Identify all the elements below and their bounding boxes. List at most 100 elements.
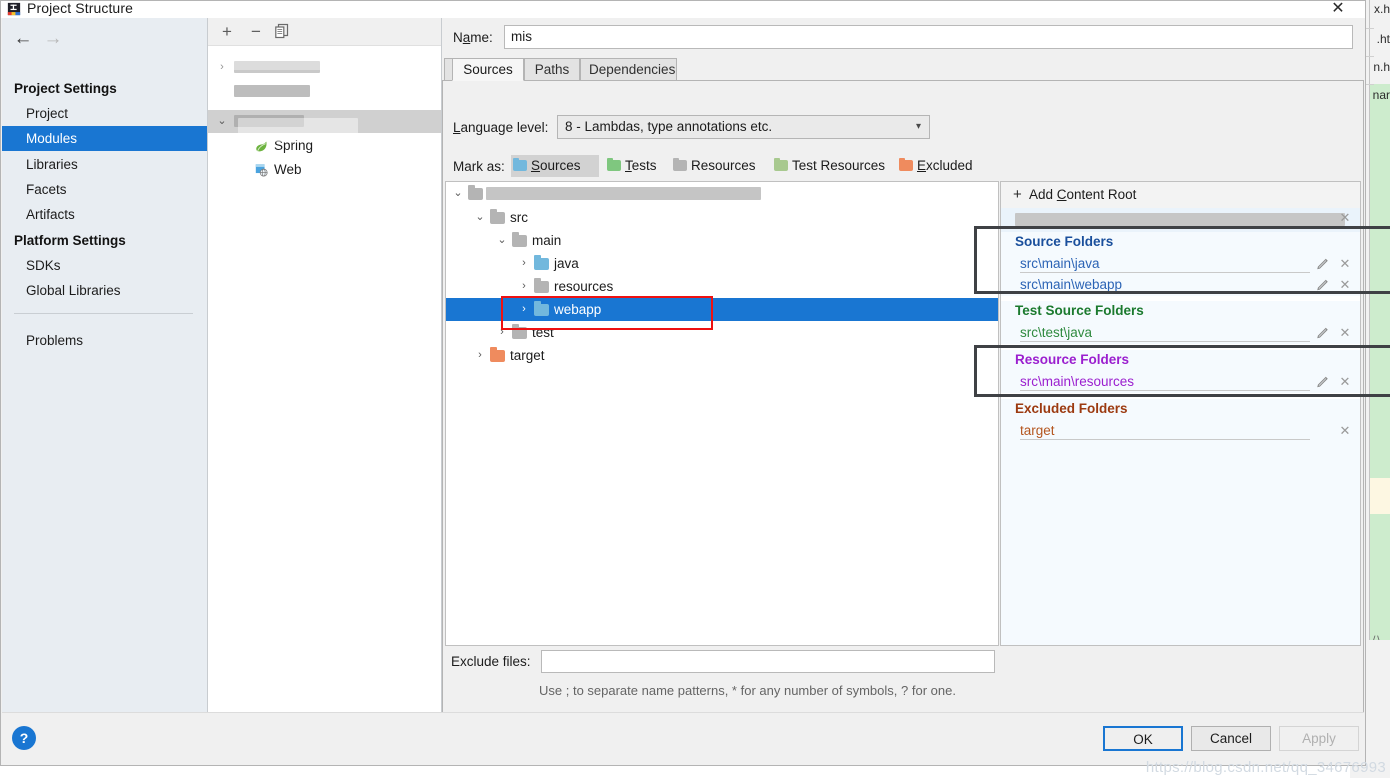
group-header-resource-folders: Resource Folders	[1001, 350, 1360, 372]
close-x-icon[interactable]: ✕	[1338, 256, 1352, 272]
close-x-icon[interactable]: ✕	[1338, 423, 1352, 439]
pencil-icon[interactable]	[1316, 278, 1330, 292]
pencil-icon[interactable]	[1316, 257, 1330, 271]
file-tree-row-java[interactable]: › java	[446, 252, 998, 275]
sidebar-item-project[interactable]: Project	[2, 101, 207, 126]
tab-dependencies[interactable]: Dependencies	[580, 58, 677, 81]
pencil-icon[interactable]	[1316, 375, 1330, 389]
chevron-down-icon[interactable]: ▾	[916, 116, 921, 138]
file-tree-row-webapp[interactable]: › webapp	[446, 298, 998, 321]
add-module-icon[interactable]: +	[216, 21, 238, 42]
background-text-fragment: x.h	[1374, 2, 1390, 16]
tab-sources[interactable]: Sources	[452, 58, 524, 81]
sources-tab-panel: Language level: 8 - Lambdas, type annota…	[442, 81, 1364, 713]
dialog-title: Project Structure	[27, 0, 133, 16]
module-toolbar: + −	[208, 18, 441, 46]
sidebar-group-project-settings: Project Settings	[2, 81, 207, 96]
chevron-down-icon[interactable]: ⌄	[214, 110, 230, 133]
file-tree-row-test[interactable]: › test	[446, 321, 998, 344]
tab-left-stub	[444, 58, 452, 81]
mark-as-sources-button[interactable]: Sources	[511, 155, 599, 177]
web-module-icon	[254, 163, 269, 177]
chevron-down-icon[interactable]: ⌄	[472, 206, 488, 229]
sidebar-item-problems[interactable]: Problems	[2, 328, 207, 353]
nav-history-buttons: ← →	[8, 26, 88, 52]
cancel-button[interactable]: Cancel	[1191, 726, 1271, 751]
exclude-files-label: Exclude files:	[451, 654, 531, 669]
mark-as-excluded-mnemonic: E	[917, 158, 926, 173]
file-tree-row-resources[interactable]: › resources	[446, 275, 998, 298]
intellij-idea-icon	[7, 2, 21, 16]
folder-row-src-test-java[interactable]: src\test\java ✕	[1001, 323, 1360, 344]
sidebar-item-global-libraries[interactable]: Global Libraries	[2, 278, 207, 303]
exclude-files-hint: Use ; to separate name patterns, * for a…	[539, 683, 956, 698]
chevron-right-icon[interactable]: ›	[516, 252, 532, 275]
folder-path-underline	[1020, 439, 1310, 440]
close-x-icon[interactable]: ✕	[1338, 325, 1352, 341]
sidebar-item-sdks[interactable]: SDKs	[2, 253, 207, 278]
file-tree-row-target[interactable]: › target	[446, 344, 998, 367]
module-tree-row[interactable]	[208, 80, 441, 103]
close-x-icon[interactable]: ✕	[1338, 374, 1352, 390]
help-icon[interactable]: ?	[12, 726, 36, 750]
sidebar-divider	[14, 313, 193, 314]
close-x-icon[interactable]: ✕	[1338, 210, 1352, 226]
editor-tabbar: Sources Paths Dependencies	[442, 58, 1364, 81]
folder-row-target[interactable]: target ✕	[1001, 421, 1360, 442]
plus-icon: +	[1013, 186, 1022, 204]
content-root-row[interactable]: ✕	[1001, 208, 1360, 232]
close-x-icon[interactable]: ✕	[1338, 277, 1352, 293]
file-tree-row-src[interactable]: ⌄ src	[446, 206, 998, 229]
module-tree-row-web[interactable]: Web	[208, 158, 441, 181]
background-text-fragment: nar	[1373, 88, 1390, 102]
mark-as-tests-label: ests	[632, 158, 657, 173]
exclude-files-input[interactable]	[541, 650, 995, 673]
folder-path: src\test\java	[1020, 325, 1092, 340]
folder-sources-icon	[534, 304, 549, 316]
dialog-titlebar: Project Structure ✕	[1, 1, 1365, 18]
copy-module-icon[interactable]	[274, 23, 290, 39]
pencil-icon[interactable]	[1316, 326, 1330, 340]
folder-sources-icon	[513, 160, 527, 171]
back-arrow-icon[interactable]: ←	[8, 26, 38, 52]
chevron-right-icon[interactable]: ›	[516, 275, 532, 298]
remove-module-icon[interactable]: −	[245, 21, 267, 42]
watermark: https://blog.csdn.net/qq_34676993	[1146, 759, 1386, 776]
sidebar-item-modules[interactable]: Modules	[2, 126, 207, 151]
file-tree-row-main[interactable]: ⌄ main	[446, 229, 998, 252]
folder-row-src-main-resources[interactable]: src\main\resources ✕	[1001, 372, 1360, 393]
mark-as-label: Mark as:	[453, 159, 505, 174]
ok-button[interactable]: OK	[1103, 726, 1183, 751]
chevron-down-icon[interactable]: ⌄	[494, 229, 510, 252]
content-file-tree: ⌄ ⌄ src ⌄ main ›	[445, 181, 999, 646]
folder-row-src-main-java[interactable]: src\main\java ✕	[1001, 254, 1360, 275]
sidebar-item-artifacts[interactable]: Artifacts	[2, 202, 207, 227]
chevron-right-icon[interactable]: ›	[494, 321, 510, 344]
mark-as-resources-button[interactable]: Resources	[671, 155, 769, 177]
mark-as-test-resources-button[interactable]: Test Resources	[772, 155, 905, 177]
folder-sources-icon	[534, 258, 549, 270]
close-icon[interactable]: ✕	[1327, 0, 1349, 18]
chevron-right-icon[interactable]: ›	[472, 344, 488, 367]
background-diff-cream	[1370, 478, 1390, 514]
add-content-root-button[interactable]: + Add Content Root	[1001, 182, 1360, 209]
forward-arrow-icon[interactable]: →	[38, 26, 68, 52]
mark-as-excluded-button[interactable]: Excluded	[897, 155, 987, 177]
background-diff-green	[1370, 84, 1390, 644]
tab-paths[interactable]: Paths	[524, 58, 580, 81]
file-tree-label-test: test	[532, 321, 554, 344]
file-tree-row-root[interactable]: ⌄	[446, 182, 998, 205]
language-level-select[interactable]: 8 - Lambdas, type annotations etc. ▾	[557, 115, 930, 139]
background-text-fragment: .ht	[1377, 32, 1390, 46]
sidebar-item-libraries[interactable]: Libraries	[2, 152, 207, 177]
mark-as-tests-button[interactable]: Tests	[605, 155, 668, 177]
redacted-root-path	[486, 187, 761, 200]
content-roots-panel: + Add Content Root ✕ Source Folders src\…	[1000, 181, 1361, 646]
name-input[interactable]: mis	[504, 25, 1353, 49]
folder-icon	[490, 212, 505, 224]
chevron-right-icon[interactable]: ›	[516, 298, 532, 321]
apply-button[interactable]: Apply	[1279, 726, 1359, 751]
chevron-down-icon[interactable]: ⌄	[450, 182, 466, 205]
folder-row-src-main-webapp[interactable]: src\main\webapp ✕	[1001, 275, 1360, 296]
sidebar-item-facets[interactable]: Facets	[2, 177, 207, 202]
